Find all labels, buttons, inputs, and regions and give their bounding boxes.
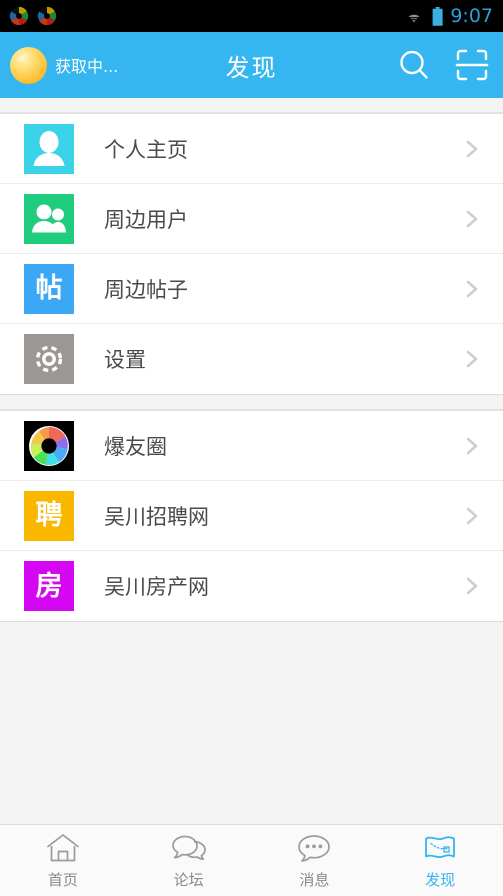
list-item-personal-home[interactable]: 个人主页 bbox=[0, 114, 503, 184]
status-bar-app-icons bbox=[8, 5, 58, 27]
message-icon bbox=[297, 831, 331, 865]
chevron-right-icon bbox=[461, 138, 483, 160]
list-item-nearby-users[interactable]: 周边用户 bbox=[0, 184, 503, 254]
qr-scan-icon[interactable] bbox=[453, 46, 491, 84]
list-item-label: 设置 bbox=[104, 348, 146, 372]
shutter-icon bbox=[36, 5, 58, 27]
gear-icon bbox=[24, 334, 74, 384]
chevron-right-icon bbox=[461, 575, 483, 597]
home-icon bbox=[46, 831, 80, 865]
app-screen: 9:07 获取中... 发现 个人主页 周边用户 帖 周边帖子 设置 爆友圈 聘… bbox=[0, 0, 503, 896]
chevron-right-icon bbox=[461, 208, 483, 230]
header-actions bbox=[395, 46, 491, 84]
bottom-tab-bar: 首页 论坛 消息 发现 bbox=[0, 824, 503, 896]
status-bar-indicators: 9:07 bbox=[403, 5, 493, 27]
list-item-label: 周边帖子 bbox=[104, 277, 188, 302]
list-item-wuchuan-jobs[interactable]: 聘 吴川招聘网 bbox=[0, 481, 503, 551]
battery-icon bbox=[432, 6, 443, 26]
weather-widget[interactable]: 获取中... bbox=[10, 46, 119, 84]
list-group-spacer bbox=[0, 395, 503, 410]
tab-home[interactable]: 首页 bbox=[0, 825, 126, 896]
list-item-label: 吴川招聘网 bbox=[104, 504, 209, 529]
job-icon: 聘 bbox=[24, 490, 74, 541]
list-item-wuchuan-realestate[interactable]: 房 吴川房产网 bbox=[0, 551, 503, 621]
list-spacer bbox=[0, 98, 503, 113]
list-item-label: 爆友圈 bbox=[104, 434, 167, 459]
search-icon[interactable] bbox=[395, 46, 433, 84]
tab-label: 论坛 bbox=[173, 871, 204, 889]
list-group-primary: 个人主页 周边用户 帖 周边帖子 设置 bbox=[0, 113, 503, 395]
post-icon: 帖 bbox=[24, 263, 74, 314]
weather-status-label: 获取中... bbox=[55, 57, 119, 76]
forum-icon bbox=[171, 831, 207, 865]
chevron-right-icon bbox=[461, 435, 483, 457]
sun-icon bbox=[10, 46, 47, 84]
tab-label: 消息 bbox=[299, 871, 330, 889]
list-item-label: 个人主页 bbox=[104, 137, 188, 162]
status-bar: 9:07 bbox=[0, 0, 503, 32]
chevron-right-icon bbox=[461, 278, 483, 300]
list-item-baoyouquan[interactable]: 爆友圈 bbox=[0, 411, 503, 481]
discover-list: 个人主页 周边用户 帖 周边帖子 设置 爆友圈 聘 吴川招聘网 房 吴川房产网 bbox=[0, 98, 503, 824]
people-icon bbox=[24, 193, 74, 244]
discover-map-icon bbox=[423, 831, 457, 865]
list-item-label: 周边用户 bbox=[104, 207, 188, 232]
tab-messages[interactable]: 消息 bbox=[252, 825, 378, 896]
aperture-icon bbox=[24, 420, 74, 471]
tab-label: 首页 bbox=[47, 871, 78, 889]
status-bar-clock: 9:07 bbox=[450, 5, 493, 27]
list-item-label: 吴川房产网 bbox=[104, 575, 209, 599]
wifi-icon bbox=[403, 8, 425, 24]
list-item-nearby-posts[interactable]: 帖 周边帖子 bbox=[0, 254, 503, 324]
person-icon bbox=[24, 123, 74, 174]
shutter-icon bbox=[8, 5, 30, 27]
chevron-right-icon bbox=[461, 348, 483, 370]
app-header: 获取中... 发现 bbox=[0, 32, 503, 98]
tab-forum[interactable]: 论坛 bbox=[126, 825, 252, 896]
tab-label: 发现 bbox=[425, 871, 456, 889]
house-icon: 房 bbox=[24, 561, 74, 611]
list-group-partners: 爆友圈 聘 吴川招聘网 房 吴川房产网 bbox=[0, 410, 503, 622]
chevron-right-icon bbox=[461, 505, 483, 527]
tab-discover[interactable]: 发现 bbox=[377, 825, 503, 896]
list-item-settings[interactable]: 设置 bbox=[0, 324, 503, 394]
